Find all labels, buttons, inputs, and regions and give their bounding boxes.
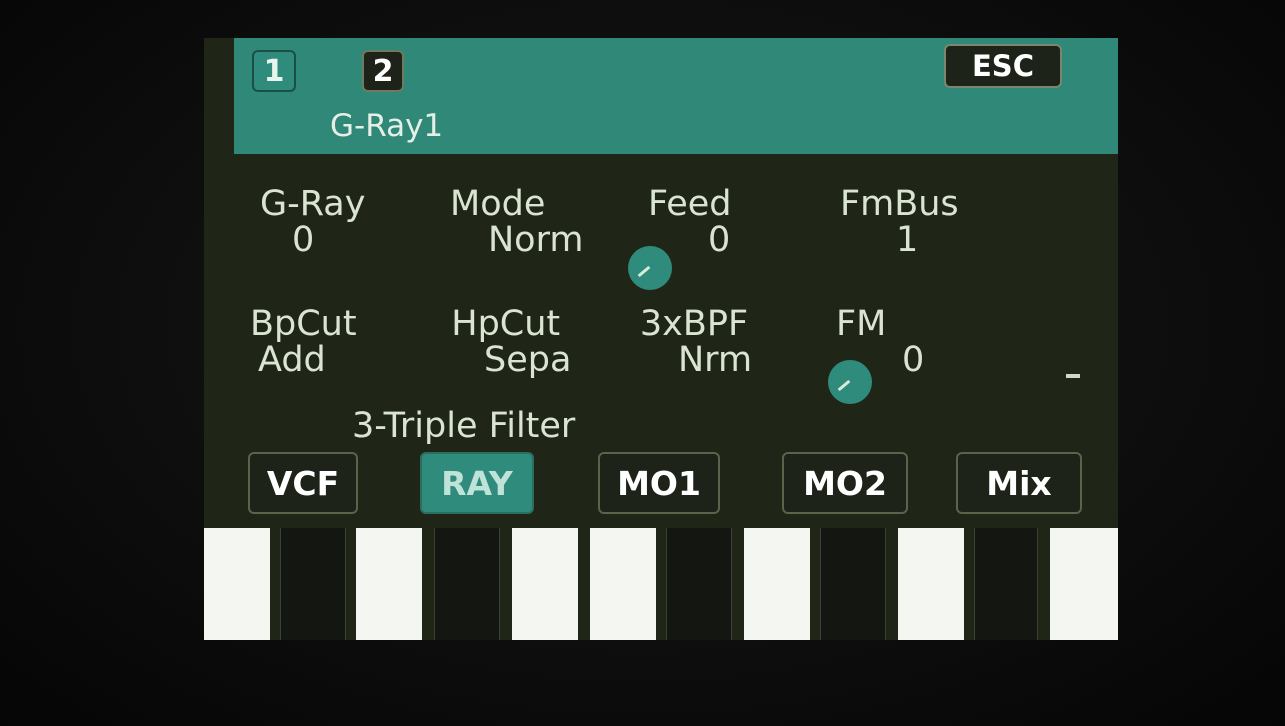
patch-name: G-Ray1: [330, 108, 444, 144]
param-value: Nrm: [678, 340, 753, 380]
piano-key[interactable]: [666, 528, 732, 640]
fm-knob-icon[interactable]: [828, 360, 872, 404]
param-label: BpCut: [250, 304, 357, 344]
tab-2[interactable]: 2: [362, 50, 404, 92]
param-label: Mode: [450, 184, 546, 224]
param-bpcut[interactable]: BpCut Add: [250, 306, 357, 378]
param-mode[interactable]: Mode Norm: [450, 186, 583, 258]
param-label: 3xBPF: [639, 304, 749, 344]
piano-key[interactable]: [590, 528, 656, 640]
keyboard: [204, 528, 1118, 640]
piano-key[interactable]: [974, 528, 1038, 640]
feed-knob-icon[interactable]: [628, 246, 672, 290]
dash-indicator: [1066, 374, 1080, 378]
page-button-ray[interactable]: RAY: [420, 452, 534, 514]
page-button-mix[interactable]: Mix: [956, 452, 1082, 514]
param-value: Sepa: [484, 340, 572, 380]
piano-key[interactable]: [744, 528, 810, 640]
param-label: Feed: [648, 184, 732, 224]
page-button-mo1[interactable]: MO1: [598, 452, 720, 514]
piano-key[interactable]: [1050, 528, 1118, 640]
param-feed[interactable]: Feed 0: [648, 186, 732, 258]
param-label: G-Ray: [260, 184, 366, 224]
piano-key[interactable]: [434, 528, 500, 640]
piano-key[interactable]: [204, 528, 270, 640]
lcd-screen: 1 2 ESC G-Ray1 G-Ray 0 Mode Norm Feed 0 …: [204, 38, 1118, 640]
page-button-mo2[interactable]: MO2: [782, 452, 908, 514]
piano-key[interactable]: [512, 528, 578, 640]
param-value: 1: [896, 220, 919, 260]
param-3xbpf[interactable]: 3xBPF Nrm: [636, 306, 752, 378]
tab-1[interactable]: 1: [252, 50, 296, 92]
preset-label: 3-Triple Filter: [352, 406, 576, 446]
param-value: 0: [292, 220, 315, 260]
param-label: FmBus: [840, 184, 959, 224]
param-label: FM: [836, 304, 887, 344]
param-value: Add: [258, 340, 326, 380]
escape-button[interactable]: ESC: [944, 44, 1062, 88]
piano-key[interactable]: [898, 528, 964, 640]
param-hpcut[interactable]: HpCut Sepa: [440, 306, 571, 378]
param-g-ray[interactable]: G-Ray 0: [260, 186, 365, 258]
piano-key[interactable]: [820, 528, 886, 640]
page-button-vcf[interactable]: VCF: [248, 452, 358, 514]
param-label: HpCut: [451, 304, 561, 344]
param-fmbus[interactable]: FmBus 1: [840, 186, 959, 258]
param-value: Norm: [488, 220, 584, 260]
piano-key[interactable]: [356, 528, 422, 640]
piano-key[interactable]: [280, 528, 346, 640]
